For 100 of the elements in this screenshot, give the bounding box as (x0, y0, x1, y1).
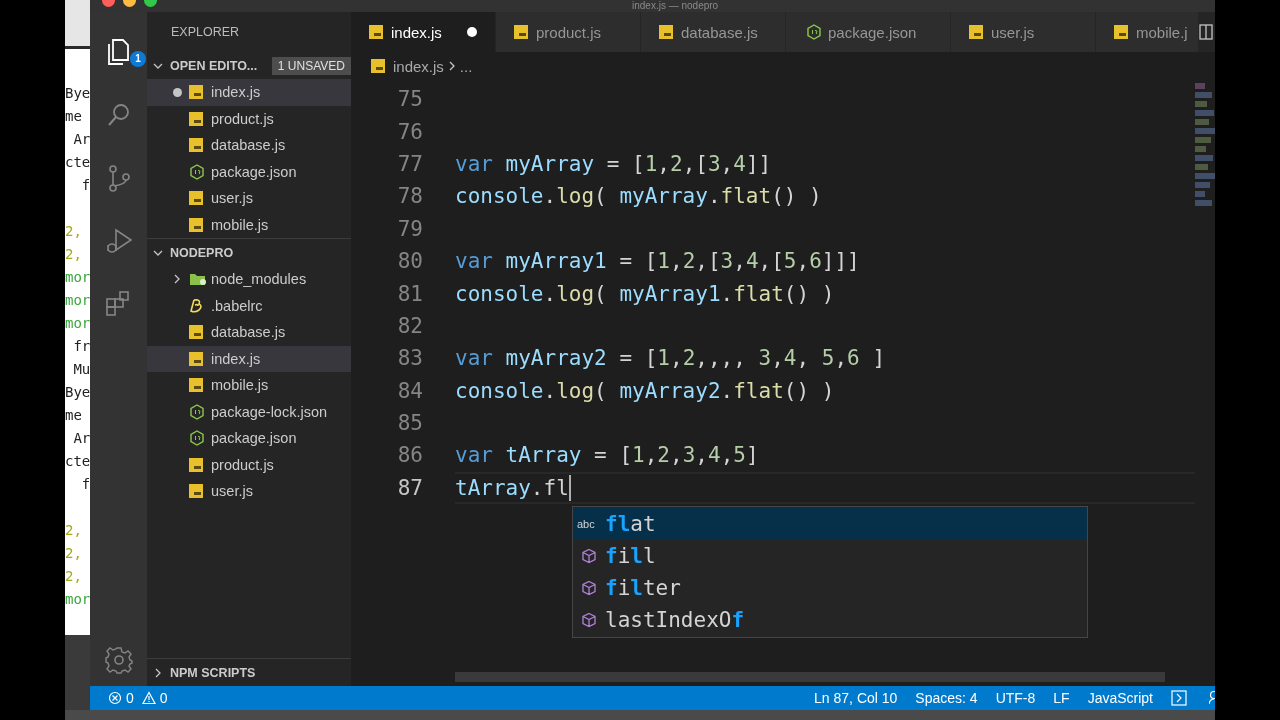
file-item[interactable]: package.json (147, 158, 351, 185)
files-icon[interactable] (108, 39, 129, 65)
file-item[interactable]: mobile.js (147, 372, 351, 399)
code-line: tArray.fl (455, 475, 569, 500)
squiggle-icon (189, 298, 203, 314)
file-item[interactable]: user.js (147, 185, 351, 212)
notification-badge: 1 (130, 51, 146, 67)
file-item[interactable]: mobile.js (147, 211, 351, 238)
folder-icon (189, 271, 206, 288)
js-file-icon (1114, 25, 1128, 39)
js-file-icon (659, 25, 673, 39)
status-item[interactable]: Ln 87, Col 10 (814, 690, 898, 706)
terminal-line: Bye (65, 84, 90, 103)
file-item[interactable]: index.js (147, 345, 351, 372)
line-number: 79 (396, 216, 423, 241)
text-kind-label: abc (577, 518, 596, 530)
split-editor-icon[interactable] (1199, 24, 1213, 40)
status-item[interactable]: JavaScript (1087, 690, 1153, 706)
file-item[interactable]: .babelrc (147, 292, 351, 319)
cube-icon (581, 612, 597, 628)
code-line: console.log( myArray.flat() ) (455, 184, 822, 209)
line-number: 83 (396, 346, 423, 371)
editor-tab[interactable]: user.js (951, 12, 1096, 52)
file-item[interactable]: product.js (147, 451, 351, 478)
file-item[interactable]: product.js (147, 105, 351, 132)
section-header[interactable]: OPEN EDITO... 1 UNSAVED (147, 52, 351, 79)
terminal-line: f (80, 475, 90, 494)
terminal-line: mor (65, 314, 90, 333)
line-number: 76 (396, 119, 423, 144)
editor-tab[interactable]: mobile.j (1096, 12, 1199, 52)
terminal-line: cte (65, 153, 90, 172)
editor-tab[interactable]: package.json (786, 12, 951, 52)
file-item[interactable]: database.js (147, 319, 351, 346)
code-line: console.log( myArray1.flat() ) (455, 281, 835, 306)
editor-tab[interactable]: product.js (496, 12, 641, 52)
section-header[interactable]: NODEPRO (147, 239, 351, 266)
status-item[interactable]: Spaces: 4 (915, 690, 978, 706)
terminal-line: mor (65, 268, 90, 287)
terminal-line: Mu (72, 360, 90, 379)
file-item[interactable]: index.js (147, 79, 351, 106)
suggestion-item[interactable]: fill (573, 540, 1087, 572)
editor-tab[interactable]: index.js (351, 12, 496, 52)
terminal-line: fr (72, 337, 90, 356)
suggestion-item[interactable]: lastIndexOf (573, 604, 1087, 636)
feedback-icon[interactable] (1171, 690, 1187, 706)
section-title: OPEN EDITO... (170, 58, 258, 73)
unsaved-badge: 1 UNSAVED (271, 56, 351, 75)
js-file-icon (189, 457, 203, 472)
terminal-line: 2, (65, 222, 82, 241)
status-item[interactable]: LF (1053, 690, 1070, 706)
file-item[interactable]: node_modules (147, 266, 351, 293)
js-file-icon (189, 325, 203, 340)
terminal-line: 2, (65, 567, 82, 586)
js-file-icon (189, 138, 203, 153)
js-file-icon (189, 111, 203, 126)
terminal-line: 2, (65, 544, 82, 563)
terminal-line: mor (65, 590, 90, 609)
line-number: 85 (396, 411, 423, 436)
status-item[interactable]: UTF-8 (995, 690, 1036, 706)
breadcrumb[interactable]: index.js (393, 57, 444, 75)
terminal-line: me (65, 406, 82, 425)
window-title: index.js — nodepro (632, 0, 719, 12)
section-title: NPM SCRIPTS (170, 665, 256, 680)
settings-icon[interactable] (103, 645, 134, 675)
horizontal-scrollbar[interactable] (455, 672, 1165, 682)
editor-tab[interactable]: database.js (641, 12, 786, 52)
line-number: 82 (396, 313, 423, 338)
file-item[interactable]: database.js (147, 132, 351, 159)
line-number: 81 (396, 281, 423, 306)
suggestion-item[interactable]: filter (573, 572, 1087, 604)
js-file-icon (514, 25, 528, 39)
code-line: var tArray = [1,2,3,4,5] (455, 443, 759, 468)
section-header[interactable]: NPM SCRIPTS (147, 659, 351, 686)
js-file-icon (189, 217, 203, 232)
line-number: 80 (396, 249, 423, 274)
line-number: 86 (396, 443, 423, 468)
js-file-icon (371, 59, 385, 73)
hexagon-icon (189, 430, 205, 447)
terminal-line: Ar (72, 429, 90, 448)
line-number: 77 (396, 151, 423, 176)
hexagon-icon (806, 24, 822, 40)
code-line: var myArray1 = [1,2,[3,4,[5,6]]] (455, 249, 860, 274)
suggestion-item[interactable]: abc flat (573, 508, 1087, 540)
code-line: var myArray = [1,2,[3,4]] (455, 151, 772, 176)
problems-indicator[interactable]: 0 0 (108, 690, 172, 706)
sidebar-title: EXPLORER (170, 24, 241, 41)
terminal-line: Bye (65, 383, 90, 402)
warning-icon (141, 691, 156, 705)
line-number: 84 (396, 378, 423, 403)
breadcrumb[interactable]: ... (459, 57, 473, 75)
file-item[interactable]: package-lock.json (147, 398, 351, 425)
cube-icon (581, 580, 597, 596)
js-file-icon (369, 25, 383, 39)
js-file-icon (189, 85, 203, 100)
js-file-icon (969, 25, 983, 39)
file-item[interactable]: package.json (147, 425, 351, 452)
code-line: var myArray2 = [1,2,,,, 3,4, 5,6 ] (455, 346, 886, 371)
terminal-line: f (80, 176, 90, 195)
file-item[interactable]: user.js (147, 478, 351, 505)
js-file-icon (189, 191, 203, 206)
